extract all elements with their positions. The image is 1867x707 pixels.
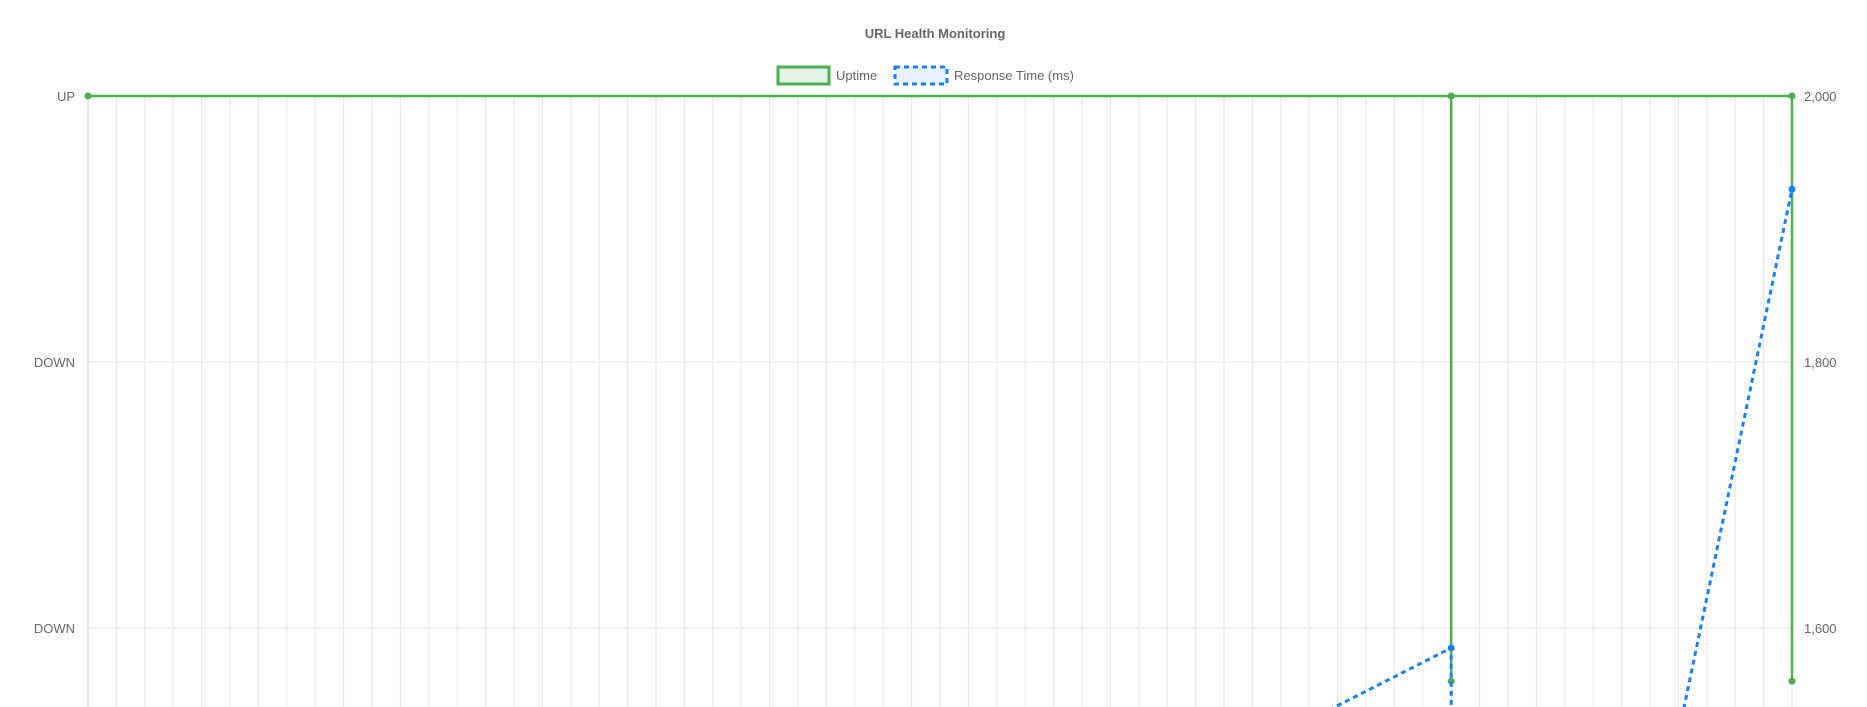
y-left-tick-label: UP [57,89,75,104]
uptime-point[interactable] [1788,677,1796,685]
legend-item-response-time[interactable]: Response Time (ms) [893,65,1074,86]
legend-label-response-time: Response Time (ms) [954,68,1074,83]
y-right-tick-label: 2,000 [1804,89,1837,104]
uptime-point[interactable] [84,92,92,100]
chart-title: URL Health Monitoring [865,26,1006,41]
y-left-tick-label: DOWN [34,355,75,370]
url-health-chart: URL Health Monitoring UP DOWN DOWN 2,000 1,8… [34,26,1837,707]
chart-root: URL Health Monitoring UP DOWN DOWN 2,000 1,8… [0,0,1867,707]
label-layer: URL Health Monitoring UP DOWN DOWN 2,000 1,8… [34,26,1837,636]
y-right-tick-label: 1,600 [1804,621,1837,636]
legend-swatch-response-time [893,65,949,86]
uptime-point[interactable] [1788,92,1796,100]
legend-label-uptime: Uptime [836,68,877,83]
grid-layer [87,95,1793,707]
legend[interactable]: Uptime Response Time (ms) [776,65,1074,86]
response-time-point[interactable] [1788,185,1796,193]
y-left-tick-label: DOWN [34,621,75,636]
response-time-point[interactable] [1447,644,1455,652]
uptime-point[interactable] [1447,92,1455,100]
legend-swatch-uptime [776,65,831,86]
y-right-tick-label: 1,800 [1804,355,1837,370]
legend-item-uptime[interactable]: Uptime [776,65,877,86]
